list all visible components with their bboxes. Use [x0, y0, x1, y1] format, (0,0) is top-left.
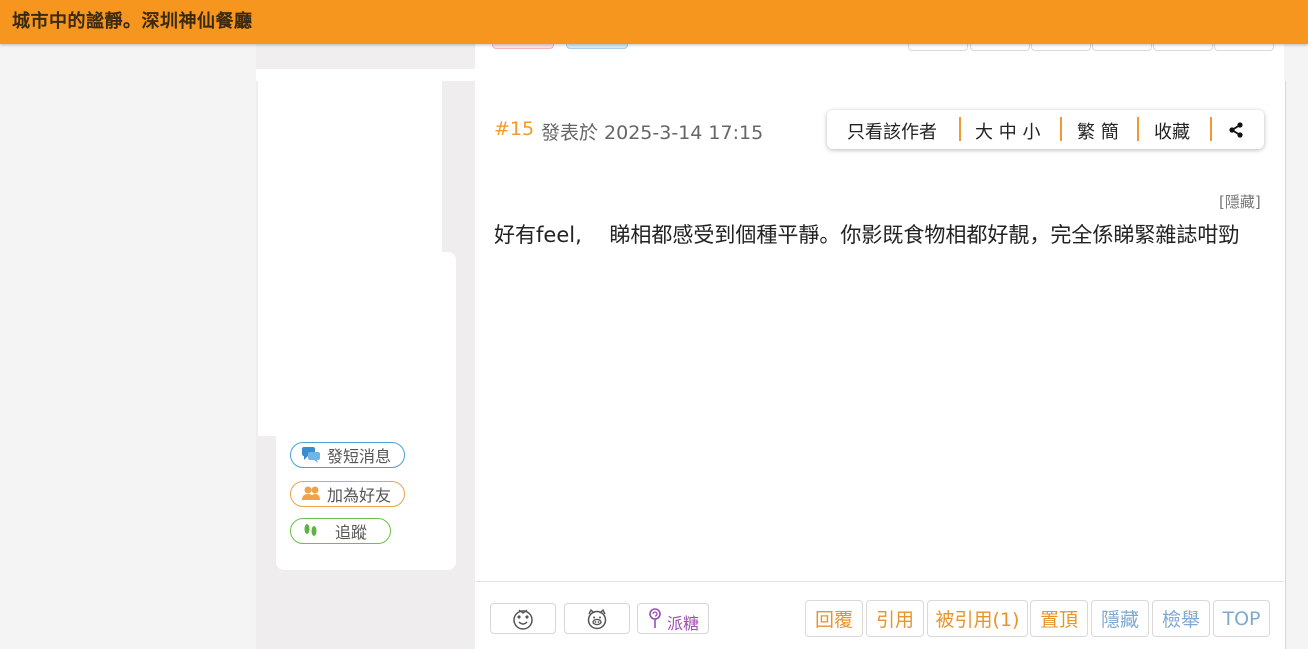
post-date: 發表於 2025-3-14 17:15 [541, 122, 764, 144]
footprints-icon [304, 524, 317, 536]
quote-button[interactable]: 引用 [866, 600, 924, 637]
post-body: 好有feel, 睇相都感受到個種平靜。你影既食物相都好靚，完全係睇緊雜誌咁勁 [494, 223, 1240, 247]
quoted-by-button[interactable]: 被引用(1) [927, 600, 1028, 637]
reaction-button[interactable] [490, 603, 556, 634]
favorite-link[interactable]: 收藏 [1154, 118, 1190, 144]
post-separator [256, 69, 1284, 81]
toolbox-divider [959, 117, 961, 141]
post-toolbox: 只看該作者 大 中 小 繁 簡 收藏 [827, 110, 1264, 149]
reaction-button[interactable] [564, 603, 630, 634]
follow-button[interactable]: 追蹤 [290, 518, 391, 544]
candy-label: 派糖 [666, 613, 699, 633]
share-icon[interactable] [1228, 122, 1244, 138]
footer-divider [475, 581, 1284, 582]
author-only-link[interactable]: 只看該作者 [847, 118, 937, 144]
pig-face-icon [587, 608, 607, 629]
hide-post-link[interactable]: [隱藏] [1219, 191, 1261, 212]
toolbox-divider [1137, 117, 1139, 141]
follow-label: 追蹤 [335, 523, 368, 542]
back-to-top-button[interactable]: TOP [1213, 600, 1270, 637]
script-switch[interactable]: 繁 簡 [1077, 118, 1119, 144]
report-button[interactable]: 檢舉 [1152, 600, 1210, 637]
send-message-label: 發短消息 [327, 447, 392, 466]
send-message-button[interactable]: 發短消息 [290, 442, 405, 468]
add-friend-button[interactable]: 加為好友 [290, 481, 405, 507]
hide-button[interactable]: 隱藏 [1091, 600, 1149, 637]
pin-button[interactable]: 置頂 [1030, 600, 1088, 637]
users-icon [302, 486, 320, 500]
chat-bubbles-icon [302, 447, 320, 463]
love-face-icon [513, 608, 533, 630]
previous-post-sidebar [256, 44, 475, 69]
candy-button[interactable]: 派糖 [637, 603, 709, 634]
thread-title[interactable]: 城市中的謐靜。深圳神仙餐廳 [12, 7, 253, 33]
toolbox-divider [1060, 117, 1062, 141]
lollipop-icon [649, 607, 661, 628]
post-number[interactable]: #15 [494, 118, 534, 140]
font-size-switch[interactable]: 大 中 小 [975, 118, 1040, 144]
reply-button[interactable]: 回覆 [805, 600, 863, 637]
topbar: 城市中的謐靜。深圳神仙餐廳 [0, 0, 1308, 44]
add-friend-label: 加為好友 [327, 486, 392, 505]
toolbox-divider [1210, 117, 1212, 141]
